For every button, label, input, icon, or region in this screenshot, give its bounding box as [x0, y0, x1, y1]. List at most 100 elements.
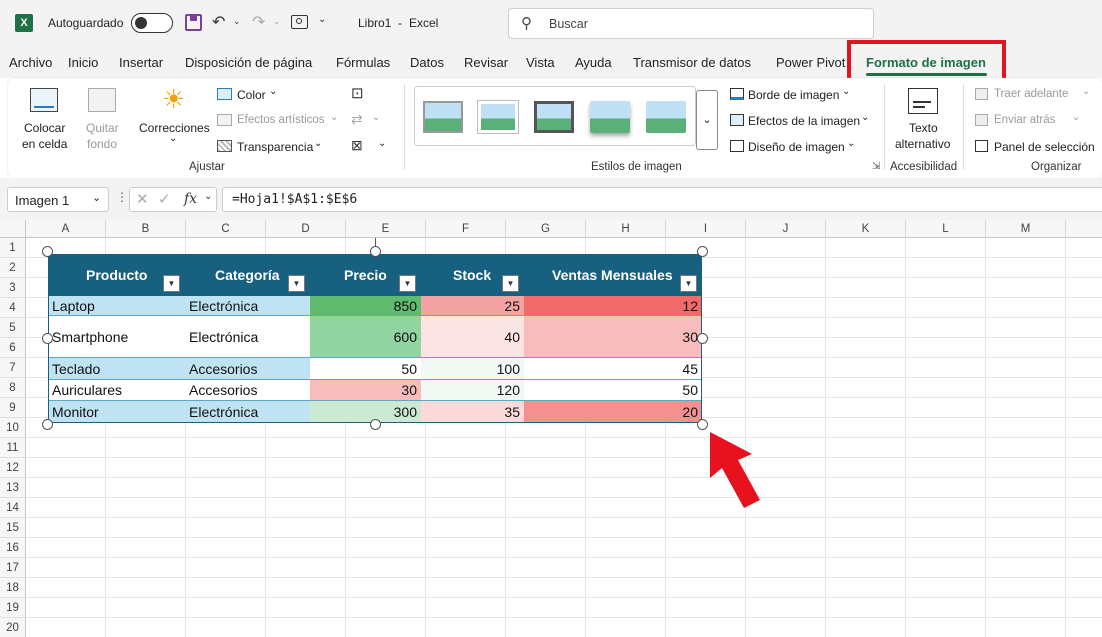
row-header[interactable]: 7	[0, 358, 26, 378]
camera-icon[interactable]	[291, 15, 308, 29]
resize-handle-bottom-right[interactable]	[697, 419, 708, 430]
insert-function-icon[interactable]: fx	[184, 191, 197, 207]
row-header[interactable]: 12	[0, 458, 26, 478]
picture-layout-label[interactable]: Diseño de imagen	[748, 140, 845, 154]
picture-style-4[interactable]	[590, 101, 630, 133]
row-header[interactable]: 14	[0, 498, 26, 518]
tab-power-pivot[interactable]: Power Pivot	[776, 55, 845, 70]
row-header[interactable]: 2	[0, 258, 26, 278]
row-header[interactable]: 16	[0, 538, 26, 558]
row-header[interactable]: 15	[0, 518, 26, 538]
selection-pane-label[interactable]: Panel de selección	[994, 140, 1095, 154]
column-header[interactable]: F	[426, 220, 506, 238]
tab-insertar[interactable]: Insertar	[119, 55, 163, 70]
row-header[interactable]: 11	[0, 438, 26, 458]
row-header[interactable]: 5	[0, 318, 26, 338]
row-header[interactable]: 3	[0, 278, 26, 298]
resize-handle-right[interactable]	[697, 333, 708, 344]
column-header[interactable]: E	[346, 220, 426, 238]
compress-pictures-icon[interactable]: ⊡	[351, 84, 364, 102]
tab-vista[interactable]: Vista	[526, 55, 555, 70]
picture-style-5[interactable]	[646, 101, 686, 133]
dialog-launcher-icon[interactable]: ⇲	[872, 161, 880, 172]
alt-text-label-2[interactable]: alternativo	[895, 137, 950, 151]
gallery-more-button[interactable]: ⌄	[696, 90, 718, 150]
transparency-icon[interactable]	[217, 140, 232, 152]
undo-dropdown-icon[interactable]: ⌄	[233, 16, 241, 27]
corrections-dropdown-icon[interactable]: ⌄	[169, 133, 177, 144]
column-header[interactable]: A	[26, 220, 106, 238]
customize-toolbar-icon[interactable]: ⌄	[318, 14, 326, 25]
tab-formato-de-imagen[interactable]: Formato de imagen	[866, 55, 986, 70]
search-box[interactable]: ⚲ Buscar	[508, 8, 874, 39]
column-header[interactable]: B	[106, 220, 186, 238]
resize-handle-top-left[interactable]	[42, 246, 53, 257]
picture-effects-label[interactable]: Efectos de la imagen	[748, 114, 860, 128]
corrections-icon[interactable]: ☀	[162, 84, 185, 115]
tab-archivo[interactable]: Archivo	[9, 55, 52, 70]
column-header[interactable]: K	[826, 220, 906, 238]
resize-handle-top[interactable]	[370, 246, 381, 257]
picture-style-3[interactable]	[534, 101, 574, 133]
table-picture[interactable]: Producto ▼ Categoría ▼ Precio ▼ Stock ▼ Ventas M…	[48, 254, 702, 423]
row-header[interactable]: 13	[0, 478, 26, 498]
row-header[interactable]: 9	[0, 398, 26, 418]
redo-dropdown-icon[interactable]: ⌄	[273, 16, 281, 27]
column-header[interactable]: L	[906, 220, 986, 238]
transparency-dropdown-icon[interactable]: ⌄	[314, 138, 322, 149]
function-dropdown-icon[interactable]: ⌄	[204, 191, 212, 202]
place-in-cell-label-1[interactable]: Colocar	[24, 121, 65, 135]
tab-transmisor[interactable]: Transmisor de datos	[633, 55, 751, 70]
picture-border-label[interactable]: Borde de imagen	[748, 88, 839, 102]
name-box[interactable]: Imagen 1 ⌄	[7, 187, 109, 212]
column-header[interactable]: J	[746, 220, 826, 238]
picture-layout-icon[interactable]	[730, 140, 744, 152]
transparency-label[interactable]: Transparencia	[237, 140, 313, 154]
row-header[interactable]: 4	[0, 298, 26, 318]
tab-inicio[interactable]: Inicio	[68, 55, 98, 70]
resize-handle-left[interactable]	[42, 333, 53, 344]
alt-text-icon[interactable]	[908, 88, 938, 114]
color-label[interactable]: Color	[237, 88, 266, 102]
color-icon[interactable]	[217, 88, 232, 100]
picture-style-2[interactable]	[477, 100, 519, 134]
row-header[interactable]: 19	[0, 598, 26, 618]
reset-picture-dropdown-icon[interactable]: ⌄	[378, 138, 386, 149]
tab-revisar[interactable]: Revisar	[464, 55, 508, 70]
tab-datos[interactable]: Datos	[410, 55, 444, 70]
column-header[interactable]: D	[266, 220, 346, 238]
name-box-dropdown-icon[interactable]: ⌄	[92, 191, 101, 204]
picture-border-icon[interactable]	[730, 88, 744, 100]
column-header[interactable]: I	[666, 220, 746, 238]
select-all-corner[interactable]	[0, 220, 26, 238]
alt-text-label-1[interactable]: Texto	[909, 121, 938, 135]
picture-effects-dropdown-icon[interactable]: ⌄	[861, 112, 869, 123]
column-header[interactable]: M	[986, 220, 1066, 238]
row-header[interactable]: 18	[0, 578, 26, 598]
redo-icon[interactable]: ↷	[252, 12, 265, 32]
undo-icon[interactable]: ↶	[212, 12, 225, 32]
color-dropdown-icon[interactable]: ⌄	[269, 86, 277, 97]
resize-handle-bottom-left[interactable]	[42, 419, 53, 430]
selection-pane-icon[interactable]	[975, 140, 988, 152]
row-header[interactable]: 8	[0, 378, 26, 398]
row-header[interactable]: 1	[0, 238, 26, 258]
row-header[interactable]: 20	[0, 618, 26, 637]
save-icon[interactable]	[185, 14, 202, 31]
formula-input[interactable]: =Hoja1!$A$1:$E$6	[222, 187, 1102, 212]
picture-effects-icon[interactable]	[730, 114, 744, 126]
row-header[interactable]: 6	[0, 338, 26, 358]
picture-styles-gallery[interactable]	[414, 86, 696, 146]
tab-ayuda[interactable]: Ayuda	[575, 55, 612, 70]
row-header[interactable]: 10	[0, 418, 26, 438]
picture-border-dropdown-icon[interactable]: ⌄	[842, 86, 850, 97]
picture-style-1[interactable]	[423, 101, 463, 133]
formula-bar-menu-icon[interactable]: ⋮	[116, 190, 128, 204]
column-header[interactable]: G	[506, 220, 586, 238]
place-in-cell-icon[interactable]	[30, 88, 58, 112]
resize-handle-top-right[interactable]	[697, 246, 708, 257]
resize-handle-bottom[interactable]	[370, 419, 381, 430]
column-header[interactable]: H	[586, 220, 666, 238]
column-header[interactable]	[1066, 220, 1102, 238]
place-in-cell-label-2[interactable]: en celda	[22, 137, 67, 151]
